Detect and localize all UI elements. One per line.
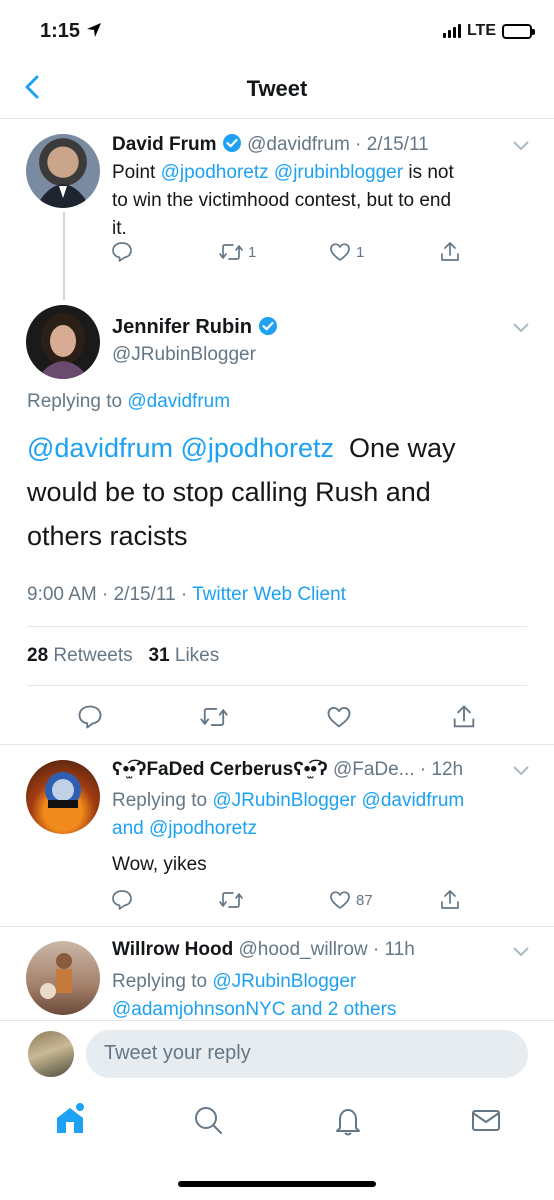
tab-messages[interactable] [470, 1104, 502, 1136]
page-title: Tweet [246, 76, 308, 101]
tweet-text: Point @jpodhoretz @jrubinblogger is not … [112, 162, 454, 239]
main-tweet-actions [0, 700, 554, 734]
share-icon [441, 242, 459, 261]
mail-icon [472, 1110, 500, 1131]
retweet-count: 1 [248, 243, 257, 261]
home-indicator [178, 1181, 376, 1187]
heart-icon [330, 243, 350, 261]
retweet-icon [219, 244, 243, 260]
status-time: 1:15 [40, 20, 102, 43]
avatar[interactable] [26, 305, 100, 379]
verified-badge-icon [222, 134, 241, 152]
reply-clip: Willrow Hood @hood_willrow · 11h Replyin… [0, 927, 554, 1020]
main-tweet-text: @davidfrum @jpodhoretz One way would be … [27, 433, 456, 551]
chevron-down-icon[interactable] [512, 946, 530, 958]
author-name[interactable]: Willrow Hood [112, 939, 233, 960]
mention-link[interactable]: @JRubinBlogger @davidfrum [212, 790, 464, 811]
tweet-text: Wow, yikes [112, 854, 207, 875]
signal-icon [442, 24, 461, 38]
author-handle[interactable]: @JRubinBlogger [112, 344, 256, 366]
engagement-stats: 28 Retweets 31 Likes [27, 645, 219, 667]
mention-link[interactable]: @jpodhoretz [161, 162, 269, 183]
tweet-time: 12h [431, 759, 464, 780]
replying-to: Replying to @JRubinBlogger @adamjohnsonN… [112, 968, 532, 1020]
retweets-stat[interactable]: 28 Retweets [27, 645, 133, 666]
tab-home[interactable] [53, 1102, 87, 1136]
divider [27, 685, 527, 686]
author-handle[interactable]: @FaDe... [333, 759, 415, 780]
like-button[interactable]: 87 [328, 888, 373, 912]
tab-notifications[interactable] [332, 1104, 364, 1136]
tweet-actions: 87 [110, 888, 470, 916]
my-avatar[interactable] [28, 1031, 74, 1077]
retweet-button[interactable]: 1 [218, 240, 256, 264]
share-icon[interactable] [438, 888, 462, 912]
battery-icon [502, 23, 535, 39]
tweet-header: David Frum @davidfrum · 2/15/11 [112, 134, 429, 155]
verified-badge-icon [258, 317, 277, 335]
client-link[interactable]: Twitter Web Client [192, 584, 346, 605]
reply-button[interactable] [110, 240, 134, 264]
share-icon[interactable] [450, 703, 478, 731]
retweet-icon[interactable] [199, 703, 229, 731]
replying-to: Replying to @JRubinBlogger @davidfrum an… [112, 790, 465, 839]
reply-icon[interactable] [76, 703, 104, 731]
reply-header: ʕ•̫͡•ʔFaDed Cerberusʕ•̫͡•ʔ @FaDe... · 12… [112, 759, 464, 780]
mention-link[interactable]: @jpodhoretz [180, 433, 334, 463]
tweet-author: Jennifer Rubin [112, 316, 278, 339]
mention-link[interactable]: @jrubinblogger [274, 162, 403, 183]
search-icon [195, 1107, 222, 1134]
mention-link[interactable]: @davidfrum [27, 433, 173, 463]
nav-divider [0, 118, 554, 119]
status-indicators: LTE [442, 22, 535, 40]
mention-link[interactable]: @davidfrum [127, 391, 230, 412]
tweet-timestamp: 9:00 AM · 2/15/11 · Twitter Web Client [27, 584, 346, 605]
likes-stat[interactable]: 31 Likes [148, 645, 219, 666]
chevron-down-icon[interactable] [512, 765, 530, 777]
author-name[interactable]: ʕ•̫͡•ʔFaDed Cerberusʕ•̫͡•ʔ [112, 759, 328, 780]
mention-link[interactable]: @adamjohnsonNYC and 2 others [112, 996, 532, 1020]
tweet-time: 11h [384, 939, 415, 960]
location-arrow-icon [86, 23, 101, 37]
bell-icon [336, 1109, 360, 1136]
heart-icon[interactable] [325, 703, 353, 731]
tab-search[interactable] [192, 1104, 224, 1136]
like-count: 1 [356, 243, 365, 261]
reply-icon [112, 242, 132, 262]
replying-to: Replying to @davidfrum [27, 391, 231, 412]
tab-bar [0, 1096, 554, 1146]
avatar[interactable] [26, 760, 100, 834]
divider [27, 626, 527, 627]
tweet-date: 2/15/11 [366, 134, 429, 155]
like-button[interactable]: 1 [328, 240, 364, 264]
heart-icon [330, 891, 350, 909]
divider [0, 744, 554, 745]
chevron-down-icon[interactable] [512, 322, 530, 334]
home-icon [57, 1103, 84, 1133]
author-handle[interactable]: @hood_willrow [238, 939, 367, 960]
reply-header: Willrow Hood @hood_willrow · 11h [112, 939, 415, 960]
author-name[interactable]: David Frum [112, 134, 217, 155]
author-name[interactable]: Jennifer Rubin [112, 316, 252, 338]
reply-icon[interactable] [110, 888, 134, 912]
network-label: LTE [466, 22, 496, 39]
thread-line [63, 212, 65, 300]
reply-input[interactable]: Tweet your reply [86, 1030, 528, 1078]
author-handle[interactable]: @davidfrum [247, 134, 350, 155]
mention-link[interactable]: @jpodhoretz [149, 818, 257, 839]
avatar[interactable] [26, 134, 100, 208]
mention-link[interactable]: @JRubinBlogger [212, 971, 356, 992]
retweet-icon[interactable] [218, 888, 244, 912]
share-button[interactable] [438, 240, 462, 264]
avatar[interactable] [26, 941, 100, 1015]
like-count: 87 [356, 891, 373, 909]
chevron-down-icon[interactable] [512, 140, 530, 152]
